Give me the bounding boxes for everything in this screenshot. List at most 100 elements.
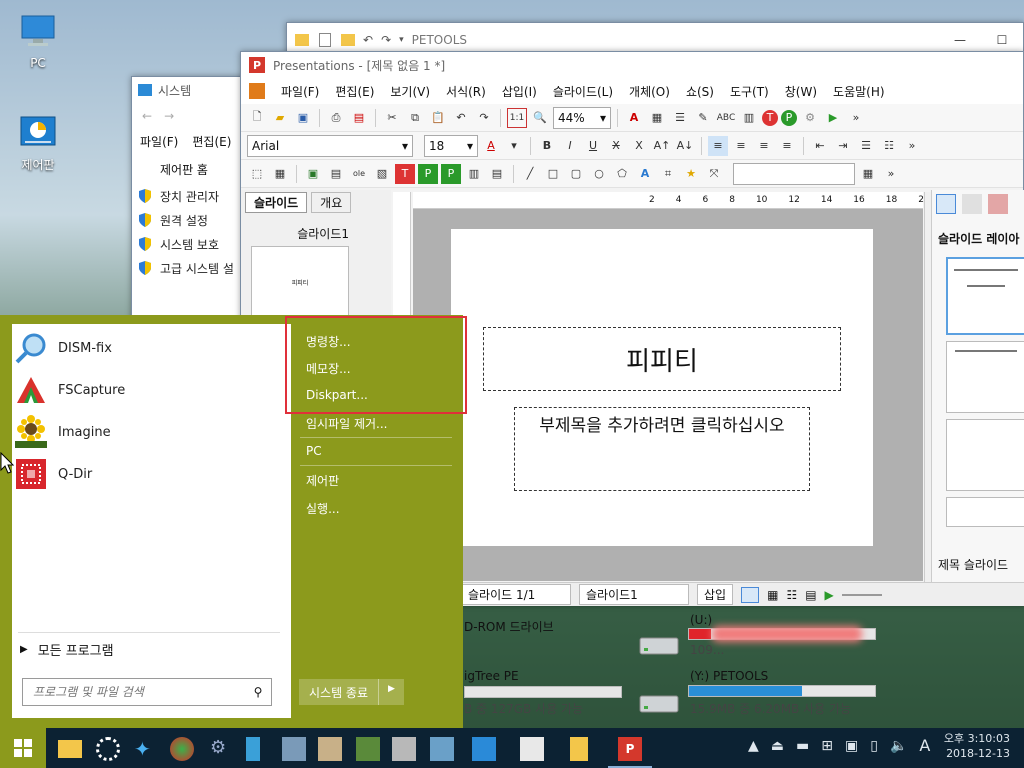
picture-icon[interactable]: ▣ [303,164,323,184]
tool2-taskbar-icon[interactable] [392,737,416,761]
menu-item[interactable]: 서식(R) [446,83,486,100]
italic-icon[interactable]: I [560,136,580,156]
editor-taskbar-icon[interactable] [520,737,544,761]
shutdown-button[interactable]: 시스템 종료 ▶ [299,679,404,705]
network-icon[interactable]: ⊞ [821,738,833,754]
rectangle-icon[interactable]: □ [543,164,563,184]
zoom-icon[interactable]: 🔍 [530,108,550,128]
tray-arrow-icon[interactable]: ▲ [748,738,759,754]
play-icon[interactable]: ▶ [825,588,834,602]
minimize-button[interactable]: — [939,26,981,54]
monitor-taskbar-icon[interactable] [430,737,454,761]
drive-icon[interactable] [638,690,680,716]
desktop-icon-control-panel[interactable]: 제어판 [8,112,68,173]
menu-item[interactable]: 도움말(H) [833,83,885,100]
align-right-icon[interactable]: ≡ [754,136,774,156]
back-icon[interactable]: ← [142,109,152,123]
menu-item[interactable]: 쇼(S) [686,83,714,100]
wordart-icon[interactable]: A [635,164,655,184]
program-item-dism-fix[interactable]: DISM-fix [14,331,112,365]
battery-icon[interactable]: ▯ [870,738,878,754]
network-taskbar-icon[interactable] [282,737,306,761]
copy-icon[interactable]: ⧉ [405,108,425,128]
actual-size-icon[interactable]: 1:1 [507,107,527,128]
style-select[interactable] [733,162,855,185]
menu-item[interactable]: 창(W) [785,83,817,100]
brush-icon[interactable]: ✎ [693,108,713,128]
menu-item[interactable]: 편집(E) [335,83,374,100]
line-icon[interactable]: ╱ [520,164,540,184]
chart-icon[interactable]: ▥ [739,108,759,128]
p-frame2-icon[interactable]: P [441,163,461,184]
desktop-icon-pc[interactable]: PC [8,12,68,70]
cut-icon[interactable]: ✂ [382,108,402,128]
browser-taskbar-icon[interactable] [170,737,194,761]
menu-item[interactable]: 도구(T) [730,83,769,100]
spellcheck-icon[interactable]: ABC [716,108,736,128]
dropdown-icon[interactable]: ▾ [399,35,404,45]
design-tab-icon[interactable] [962,194,982,214]
table-icon[interactable]: ▦ [647,108,667,128]
sysinfo-taskbar-icon[interactable] [472,737,496,761]
normal-view-icon[interactable] [741,586,760,603]
chevron-down-icon[interactable]: ▾ [504,136,524,156]
transform-icon[interactable]: ⤧ [704,164,724,184]
open-icon[interactable]: ▰ [270,108,290,128]
ellipse-icon[interactable]: ○ [589,164,609,184]
slide-thumbnail[interactable]: 피피티 [251,246,349,319]
sorter-view-icon[interactable]: ▦ [767,588,778,602]
indent-icon[interactable]: ⇥ [833,136,853,156]
strike-icon[interactable]: X [606,136,626,156]
media-icon[interactable]: ▤ [487,164,507,184]
textframe-icon[interactable]: ▤ [326,164,346,184]
program-item-imagine[interactable]: Imagine [14,415,111,449]
ime-indicator[interactable]: A [919,736,930,755]
undo-icon[interactable]: ↶ [363,33,373,47]
menu-item[interactable]: 보기(V) [390,83,430,100]
menu-item[interactable]: 슬라이드(L) [553,83,613,100]
p-frame-icon[interactable]: P [418,163,438,184]
drive-tray-icon[interactable]: ▬ [796,738,809,754]
justify-icon[interactable]: ≡ [777,136,797,156]
new-icon[interactable]: 🗋 [247,108,267,128]
folder-taskbar-icon[interactable] [570,737,588,761]
redo-icon[interactable]: ↷ [381,33,391,47]
tab-slides[interactable]: 슬라이드 [245,192,308,213]
layout-thumbnail[interactable] [946,419,1024,491]
layout-thumbnail[interactable] [946,341,1024,413]
zoom-select[interactable]: 44% ▾ [553,106,611,129]
drive-icon[interactable] [638,632,680,658]
grid-icon[interactable]: ▦ [858,164,878,184]
underline-icon[interactable]: U [583,136,603,156]
temp-cleanup-item[interactable]: 임시파일 제거... [306,415,388,432]
butterfly-taskbar-icon[interactable]: ✦ [134,737,158,761]
zoom-slider[interactable] [841,593,882,596]
run-item[interactable]: 실행... [306,500,340,517]
program-item-q-dir[interactable]: Q-Dir [14,457,92,491]
film-icon[interactable]: ▥ [464,164,484,184]
color-tab-icon[interactable] [988,194,1008,214]
program-search-box[interactable]: ⚲ [22,678,272,706]
forward-icon[interactable]: → [164,109,174,123]
font-size-select[interactable]: 18 ▾ [424,134,478,157]
p-icon[interactable]: P [781,109,797,126]
shapes-icon[interactable]: ⬠ [612,164,632,184]
usb-icon[interactable]: ⏏ [771,738,784,754]
menu-file[interactable]: 파일(F) [140,133,178,150]
layout-thumbnail[interactable] [946,497,1024,527]
start-button[interactable] [0,728,46,768]
program-item-fscapture[interactable]: FSCapture [14,373,125,407]
paste-icon[interactable]: 📋 [428,108,448,128]
maximize-button[interactable]: ☐ [981,26,1023,54]
explorer-taskbar-icon[interactable] [58,740,82,758]
slide-title-box[interactable]: 피피티 [483,327,841,391]
list-icon[interactable]: ☰ [670,108,690,128]
layout-thumbnail[interactable] [946,257,1024,335]
search-input[interactable] [33,685,245,699]
slide-subtitle-box[interactable]: 부제목을 추가하려면 클릭하십시오 [514,407,810,491]
menu-item[interactable]: 개체(O) [629,83,670,100]
bullets-icon[interactable]: ☰ [856,136,876,156]
gear-icon[interactable]: ⚙ [800,108,820,128]
more-icon[interactable]: » [846,108,866,128]
ole-icon[interactable]: ole [349,164,369,184]
